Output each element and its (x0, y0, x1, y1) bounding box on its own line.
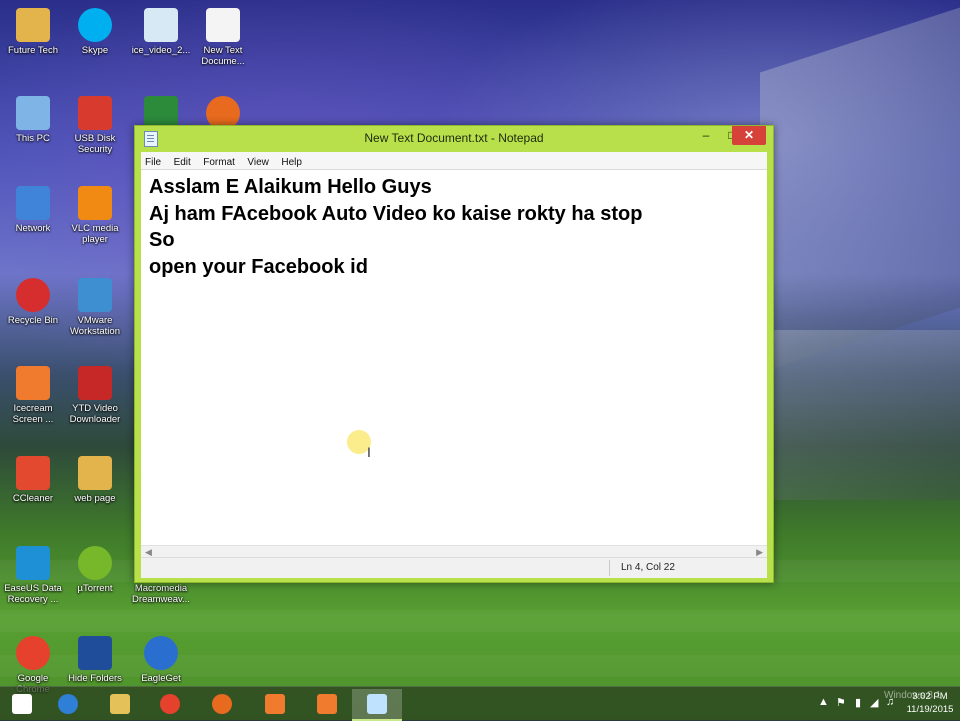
taskbar-button[interactable] (150, 689, 190, 719)
text-line: Aj ham FAcebook Auto Video ko kaise rokt… (149, 202, 643, 225)
skype-icon (78, 8, 112, 42)
screen-capture-icon (317, 694, 337, 714)
video-file-icon (144, 8, 178, 42)
title-bar[interactable]: New Text Document.txt - Notepad – □ ✕ (135, 126, 773, 150)
desktop-icon-label: New Text Docume... (201, 45, 245, 67)
stadium-stand (760, 7, 960, 373)
desktop-icon-label: EaseUS Data Recovery ... (4, 583, 62, 605)
desktop-icon[interactable]: web page (64, 456, 126, 504)
start-windows-icon (12, 694, 32, 714)
chrome-icon (160, 694, 180, 714)
desktop-icon-label: ice_video_2... (131, 45, 191, 56)
flag-icon[interactable]: ⚑ (836, 696, 846, 709)
status-bar: Ln 4, Col 22 (141, 557, 767, 578)
folder-icon (16, 8, 50, 42)
text-line: open your Facebook id (149, 255, 368, 278)
pitch-stripe (0, 610, 960, 632)
text-editor[interactable]: Asslam E Alaikum Hello Guys Aj ham FAceb… (141, 169, 767, 558)
internet-explorer-icon (58, 694, 78, 714)
vmware-icon (78, 278, 112, 312)
text-line: So (149, 229, 175, 251)
file-explorer-icon (110, 694, 130, 714)
desktop-icon[interactable]: Recycle Bin (2, 278, 64, 326)
desktop-icon-label: Skype (81, 45, 109, 56)
desktop-icon[interactable]: Future Tech (2, 8, 64, 56)
desktop-icon[interactable]: This PC (2, 96, 64, 144)
desktop-icon[interactable]: YTD Video Downloader (64, 366, 126, 425)
taskbar-button[interactable] (2, 689, 42, 719)
utorrent-icon (78, 546, 112, 580)
ccleaner-icon (16, 456, 50, 490)
desktop-icon-label: VLC media player (71, 223, 119, 245)
vlc-icon (78, 186, 112, 220)
desktop-icon[interactable]: USB Disk Security (64, 96, 126, 155)
text-file-icon (206, 8, 240, 42)
desktop-icon-label: USB Disk Security (74, 133, 116, 155)
desktop-icon[interactable]: VLC media player (64, 186, 126, 245)
ytd-icon (78, 366, 112, 400)
document-text[interactable]: Asslam E Alaikum Hello Guys Aj ham FAceb… (149, 174, 749, 280)
window-title: New Text Document.txt - Notepad (364, 131, 544, 145)
signal-icon[interactable]: ◢ (870, 696, 878, 709)
notepad-icon (367, 694, 387, 714)
taskbar-button[interactable] (352, 689, 402, 721)
network-icon (16, 186, 50, 220)
ibeam-cursor-icon: I (367, 444, 371, 460)
hide-folders-icon (78, 636, 112, 670)
desktop-icon-label: Future Tech (8, 45, 58, 56)
desktop-icon-label: µTorrent (77, 583, 113, 594)
menu-bar: File Edit Format View Help (141, 152, 767, 169)
desktop-icon[interactable]: Hide Folders (64, 636, 126, 684)
folder-icon (78, 456, 112, 490)
taskbar-button[interactable] (100, 689, 140, 719)
notepad-window: New Text Document.txt - Notepad – □ ✕ Fi… (134, 125, 774, 583)
minimize-button[interactable]: – (693, 126, 719, 145)
desktop-icon[interactable]: Skype (64, 8, 126, 56)
desktop-icon-label: EagleGet (141, 673, 181, 684)
desktop-icon[interactable]: EaseUS Data Recovery ... (2, 546, 64, 605)
desktop-icon[interactable]: VMware Workstation (64, 278, 126, 337)
computer-icon (16, 96, 50, 130)
recycle-bin-icon (16, 278, 50, 312)
taskbar-button[interactable] (202, 689, 242, 719)
windows-watermark: Windows 8.1 (884, 690, 942, 701)
desktop-icon-label: Hide Folders (68, 673, 122, 684)
desktop-icon[interactable]: EagleGet (130, 636, 192, 684)
cursor-position: Ln 4, Col 22 (621, 562, 675, 573)
desktop-icon-label: Macromedia Dreamweav... (132, 583, 190, 605)
desktop-icon-label: Icecream Screen ... (12, 403, 54, 425)
chevron-up-icon[interactable]: ▲ (818, 696, 829, 708)
desktop-icon-label: CCleaner (12, 493, 54, 504)
status-divider (609, 560, 610, 576)
desktop-icon-label: Network (15, 223, 51, 234)
eagleget-icon (144, 636, 178, 670)
desktop-icon-label: Recycle Bin (7, 315, 59, 326)
desktop-icon[interactable]: Icecream Screen ... (2, 366, 64, 425)
shield-icon (78, 96, 112, 130)
desktop-icon-label: VMware Workstation (70, 315, 120, 337)
desktop-icon[interactable]: Network (2, 186, 64, 234)
clock-date: 11/19/2015 (906, 704, 954, 715)
chrome-icon (16, 636, 50, 670)
icecream-recorder-icon (265, 694, 285, 714)
firefox-icon (212, 694, 232, 714)
desktop-icon-label: This PC (16, 133, 50, 144)
desktop-icon[interactable]: CCleaner (2, 456, 64, 504)
easeus-icon (16, 546, 50, 580)
desktop-icon-label: web page (74, 493, 116, 504)
desktop-icon[interactable]: µTorrent (64, 546, 126, 594)
icecream-recorder-icon (16, 366, 50, 400)
taskbar-button[interactable] (307, 689, 347, 719)
desktop-icon[interactable]: New Text Docume... (192, 8, 254, 67)
text-line: Asslam E Alaikum Hello Guys (149, 176, 432, 198)
desktop-icon[interactable]: ice_video_2... (130, 8, 192, 56)
taskbar: ▲ ⚑ ▮ ◢ ♫ 3:02 PM 11/19/2015 (0, 686, 960, 721)
battery-icon[interactable]: ▮ (855, 696, 861, 709)
taskbar-button[interactable] (255, 689, 295, 719)
desktop-icon-label: YTD Video Downloader (69, 403, 121, 425)
taskbar-button[interactable] (48, 689, 88, 719)
close-button[interactable]: ✕ (732, 126, 766, 145)
